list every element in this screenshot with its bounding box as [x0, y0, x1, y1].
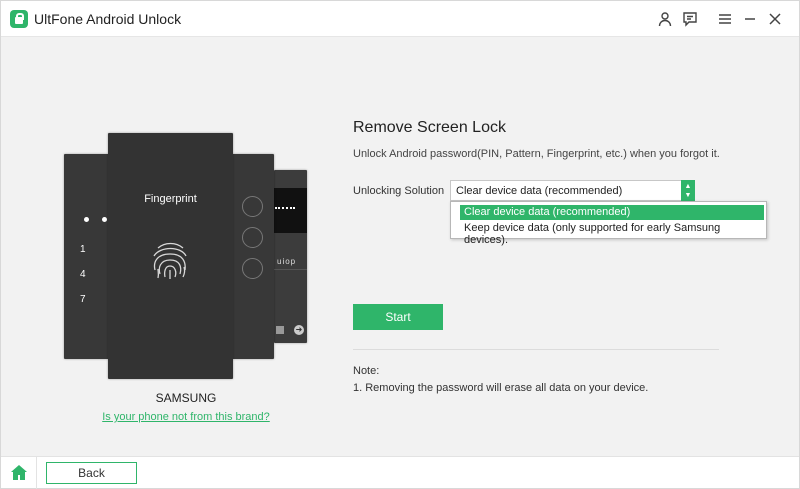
option-keep-device-data[interactable]: Keep device data (only supported for ear…	[460, 221, 766, 246]
home-button[interactable]	[1, 457, 37, 489]
phone-fingerprint: Fingerprint	[108, 133, 233, 379]
menu-icon[interactable]	[715, 9, 735, 29]
brand-name: SAMSUNG	[155, 391, 217, 405]
back-button[interactable]: Back	[46, 462, 137, 484]
keyboard-divider	[274, 269, 307, 270]
pattern-ring	[242, 227, 263, 248]
pin-digit: 4	[80, 269, 86, 280]
start-button[interactable]: Start	[353, 304, 443, 330]
phone-back-pattern	[232, 154, 274, 359]
page-title: Remove Screen Lock	[353, 119, 506, 136]
app-window: UltFone Android Unlock uiop ➜ 1 4 7 Fing…	[0, 0, 800, 489]
note-title: Note:	[353, 365, 380, 377]
pin-dot	[84, 217, 89, 222]
select-arrows-icon[interactable]: ▲ ▼	[681, 180, 695, 201]
solution-dropdown-list: Clear device data (recommended) Keep dev…	[450, 201, 767, 246]
change-brand-link[interactable]: Is your phone not from this brand?	[1, 411, 371, 423]
main-content: uiop ➜ 1 4 7 Fingerprint SAMSUNG Is your…	[1, 37, 799, 456]
arrow-right-icon: ➜	[294, 325, 304, 335]
footer-bar: Back	[1, 456, 799, 489]
user-icon[interactable]	[655, 9, 675, 29]
select-value: Clear device data (recommended)	[456, 185, 623, 197]
home-icon	[11, 465, 27, 480]
feedback-icon[interactable]	[680, 9, 700, 29]
phone-pin: 1 4 7	[64, 154, 109, 359]
note-text: 1. Removing the password will erase all …	[353, 382, 649, 394]
close-icon[interactable]	[765, 9, 785, 29]
keyboard-keys: uiop	[277, 257, 297, 266]
pin-dot	[102, 217, 107, 222]
fingerprint-icon	[153, 242, 187, 279]
key-square-icon	[276, 326, 284, 334]
unlocking-solution-label: Unlocking Solution	[353, 185, 445, 197]
page-description: Unlock Android password(PIN, Pattern, Fi…	[353, 148, 720, 160]
app-logo-icon	[10, 10, 28, 28]
password-dots	[275, 207, 295, 211]
minimize-icon[interactable]	[740, 9, 760, 29]
option-clear-device-data[interactable]: Clear device data (recommended)	[460, 205, 764, 220]
phone-back-keyboard: uiop ➜	[274, 170, 307, 343]
fingerprint-label: Fingerprint	[144, 193, 197, 205]
divider	[353, 349, 719, 350]
pattern-ring	[242, 196, 263, 217]
pin-digit: 7	[80, 294, 86, 305]
title-bar: UltFone Android Unlock	[1, 1, 799, 37]
pin-digit: 1	[80, 244, 86, 255]
app-title: UltFone Android Unlock	[34, 11, 182, 27]
unlocking-solution-select[interactable]: Clear device data (recommended) ▲ ▼	[450, 180, 695, 201]
pattern-ring	[242, 258, 263, 279]
